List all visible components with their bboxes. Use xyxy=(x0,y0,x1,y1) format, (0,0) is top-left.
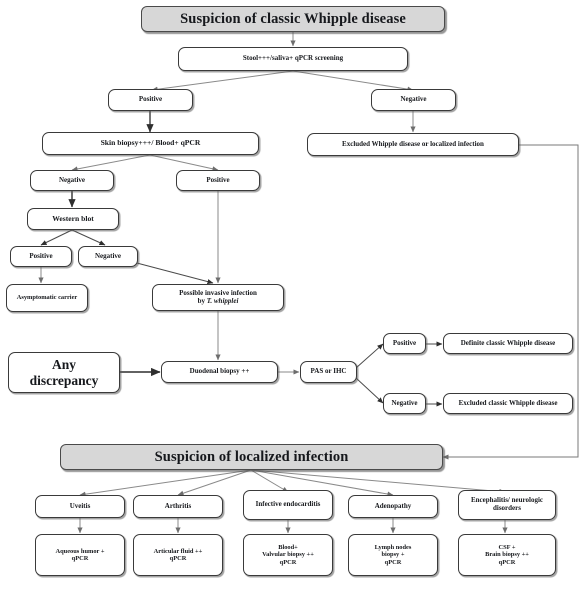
any-discrepancy-line2: discrepancy xyxy=(29,372,99,388)
node-western-blot: Western blot xyxy=(27,208,119,230)
asymptomatic-carrier-label: Asymptomatic carrier xyxy=(16,294,78,302)
node-branch-test-adenopathy: Lymph nodes biopsy + qPCR xyxy=(348,534,438,576)
test-line: CSF + xyxy=(498,544,516,552)
test-line: qPCR xyxy=(279,558,297,566)
node-screening-negative: Negative xyxy=(371,89,456,111)
node-possible-invasive-infection: Possible invasive infection by T. whippl… xyxy=(152,284,284,311)
flowchart-canvas: Suspicion of classic Whipple disease Sto… xyxy=(0,0,585,593)
test-line: qPCR xyxy=(169,555,187,562)
node-branch-condition-infective-endocarditis: Infective endocarditis xyxy=(243,490,333,520)
possible-invasive-prefix: by xyxy=(197,296,207,305)
node-pas-or-ihc: PAS or IHC xyxy=(300,361,357,383)
node-branch-test-arthritis: Articular fluid ++ qPCR xyxy=(133,534,223,576)
node-stool-saliva-qpcr-screening: Stool+++/saliva+ qPCR screening xyxy=(178,47,408,71)
node-branch-test-infective-endocarditis: Blood+ Valvular biopsy ++ qPCR xyxy=(243,534,333,576)
node-pas-negative: Negative xyxy=(383,393,426,414)
node-skin-biopsy-negative: Negative xyxy=(30,170,114,191)
node-western-blot-positive: Positive xyxy=(10,246,72,267)
node-branch-test-encephalitis-neurologic: CSF + Brain biopsy ++ qPCR xyxy=(458,534,556,576)
node-any-discrepancy: Any discrepancy xyxy=(8,352,120,393)
node-definite-classic-whipple-disease: Definite classic Whipple disease xyxy=(443,333,573,354)
node-duodenal-biopsy: Duodenal biopsy ++ xyxy=(161,361,278,383)
node-asymptomatic-carrier: Asymptomatic carrier xyxy=(6,284,88,312)
test-line: qPCR xyxy=(71,555,89,562)
node-skin-biopsy-blood-qpcr: Skin biopsy+++/ Blood+ qPCR xyxy=(42,132,259,155)
node-excluded-whipple-or-localized-infection: Excluded Whipple disease or localized in… xyxy=(307,133,519,156)
node-branch-condition-encephalitis-neurologic: Encephalitis/ neurologic disorders xyxy=(458,490,556,520)
possible-invasive-organism: T. whipplei xyxy=(206,296,239,305)
test-line: Articular fluid ++ xyxy=(153,547,203,555)
header-suspicion-localized-infection: Suspicion of localized infection xyxy=(60,444,443,470)
possible-invasive-line1: Possible invasive infection xyxy=(179,288,257,297)
node-excluded-classic-whipple-disease: Excluded classic Whipple disease xyxy=(443,393,573,414)
any-discrepancy-line1: Any xyxy=(51,357,76,373)
node-branch-condition-adenopathy: Adenopathy xyxy=(348,495,438,518)
test-line: qPCR xyxy=(384,558,402,566)
node-screening-positive: Positive xyxy=(108,89,193,111)
node-western-blot-negative: Negative xyxy=(78,246,138,267)
node-pas-positive: Positive xyxy=(383,333,426,354)
test-line: Brain biopsy ++ xyxy=(485,551,529,559)
node-skin-biopsy-positive: Positive xyxy=(176,170,260,191)
test-line: biopsy + xyxy=(381,551,405,559)
test-line: Lymph nodes xyxy=(374,544,412,552)
test-line: Aqueous humor + xyxy=(55,547,105,555)
header-suspicion-classic-whipple: Suspicion of classic Whipple disease xyxy=(141,6,445,32)
test-line: Valvular biopsy ++ xyxy=(262,551,314,559)
test-line: qPCR xyxy=(498,558,516,566)
node-branch-condition-uveitis: Uveitis xyxy=(35,495,125,518)
test-line: Blood+ xyxy=(278,544,298,552)
node-branch-condition-arthritis: Arthritis xyxy=(133,495,223,518)
node-branch-test-uveitis: Aqueous humor + qPCR xyxy=(35,534,125,576)
